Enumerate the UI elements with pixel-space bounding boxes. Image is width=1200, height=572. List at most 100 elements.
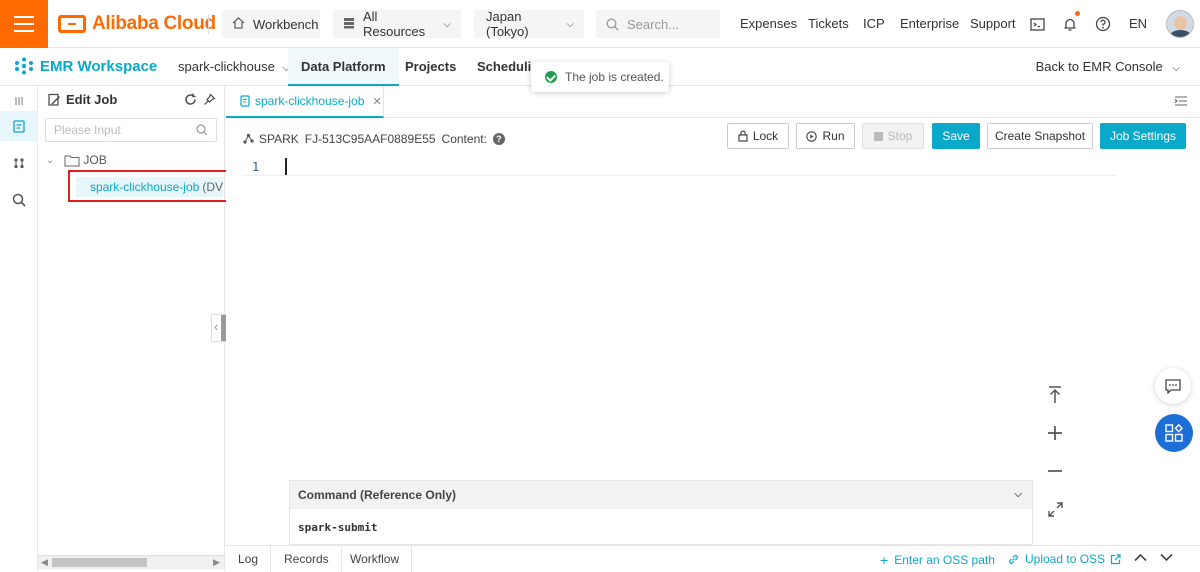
- collapse-right-icon[interactable]: [1174, 95, 1188, 107]
- tree-horizontal-scrollbar[interactable]: ◀ ▶: [38, 555, 224, 569]
- tab-spark-clickhouse-job[interactable]: spark-clickhouse-job ✕: [226, 86, 384, 118]
- apps-icon: [1165, 424, 1183, 442]
- chevron-down-icon: ⌵: [1172, 63, 1180, 74]
- user-avatar[interactable]: [1166, 10, 1194, 38]
- tab-data-platform[interactable]: Data Platform: [288, 48, 399, 86]
- back-to-console-dropdown[interactable]: Back to EMR Console ⌵: [1036, 59, 1180, 74]
- scroll-to-top-icon[interactable]: [1044, 384, 1066, 406]
- expenses-link[interactable]: Expenses: [740, 16, 797, 31]
- chevron-down-icon[interactable]: ⌄: [46, 155, 54, 166]
- content-label: Content:: [442, 132, 487, 146]
- editor-tab-strip: spark-clickhouse-job ✕: [226, 86, 1200, 118]
- file-icon: [240, 95, 250, 107]
- region-label: Japan (Tokyo): [486, 9, 558, 39]
- external-link-icon: [1110, 554, 1121, 565]
- alibaba-cloud-logo[interactable]: Alibaba Cloud: [58, 12, 216, 36]
- folder-label: JOB: [83, 153, 106, 167]
- tickets-link[interactable]: Tickets: [808, 16, 849, 31]
- workflow-nav-icon[interactable]: [0, 148, 38, 178]
- language-switch[interactable]: EN: [1129, 16, 1147, 31]
- icp-link[interactable]: ICP: [863, 16, 885, 31]
- expand-icon[interactable]: [1044, 498, 1066, 520]
- tree-item-spark-clickhouse-job[interactable]: spark-clickhouse-job (DV: [76, 177, 223, 197]
- job-search-input[interactable]: [45, 118, 217, 142]
- apps-floating-button[interactable]: [1155, 414, 1193, 452]
- save-button[interactable]: Save: [932, 123, 980, 149]
- run-button[interactable]: Run: [796, 123, 855, 149]
- edit-icon: [48, 93, 61, 106]
- alibaba-cloud-logo-icon: [58, 15, 86, 33]
- help-icon[interactable]: ?: [493, 133, 505, 145]
- edit-job-nav-icon[interactable]: [0, 111, 38, 141]
- help-icon[interactable]: [1092, 13, 1114, 35]
- job-name-suffix: (DV: [202, 180, 223, 194]
- check-circle-icon: [545, 71, 557, 83]
- tab-log[interactable]: Log: [226, 546, 271, 572]
- resources-label: All Resources: [363, 9, 435, 39]
- upload-to-oss-link[interactable]: Upload to OSS: [1008, 552, 1121, 566]
- hamburger-menu-button[interactable]: [0, 0, 48, 48]
- back-to-console-label: Back to EMR Console: [1036, 59, 1163, 74]
- play-icon: [806, 131, 817, 142]
- emr-workspace-logo[interactable]: EMR Workspace: [14, 57, 157, 75]
- link-icon: [1008, 554, 1019, 565]
- workbench-button[interactable]: Workbench: [222, 10, 320, 38]
- create-snapshot-button[interactable]: Create Snapshot: [987, 123, 1093, 149]
- run-label: Run: [822, 129, 844, 143]
- bell-icon[interactable]: [1059, 13, 1081, 35]
- upload-to-oss-label: Upload to OSS: [1025, 552, 1105, 566]
- refresh-icon[interactable]: [184, 93, 197, 106]
- pin-icon[interactable]: [203, 93, 216, 106]
- feedback-chat-button[interactable]: [1155, 368, 1191, 404]
- scroll-right-icon[interactable]: ▶: [213, 557, 220, 568]
- lock-icon: [738, 130, 748, 142]
- stop-icon: [874, 132, 883, 141]
- tab-workflow[interactable]: Workflow: [338, 546, 412, 572]
- product-title: EMR Workspace: [40, 58, 157, 75]
- close-icon[interactable]: ✕: [372, 95, 381, 108]
- enterprise-link[interactable]: Enterprise: [900, 16, 959, 31]
- zoom-out-icon[interactable]: [1044, 460, 1066, 482]
- global-search-input[interactable]: Search...: [596, 10, 720, 38]
- search-placeholder: Search...: [627, 17, 679, 32]
- plus-icon: +: [880, 552, 888, 568]
- chevron-down-icon: ⌵: [566, 19, 574, 30]
- search-icon[interactable]: [196, 124, 208, 136]
- search-nav-icon[interactable]: [0, 185, 38, 215]
- workbench-label: Workbench: [253, 17, 319, 32]
- scroll-left-icon[interactable]: ◀: [41, 557, 48, 568]
- folder-icon: [64, 154, 80, 167]
- chat-icon: [1165, 379, 1181, 394]
- stop-button[interactable]: Stop: [862, 123, 924, 149]
- job-folder[interactable]: ⌄ JOB: [46, 153, 107, 167]
- job-settings-button[interactable]: Job Settings: [1100, 123, 1186, 149]
- chevron-up-icon[interactable]: [1134, 551, 1147, 565]
- cluster-name: spark-clickhouse: [178, 59, 275, 74]
- panel-title: Edit Job: [66, 92, 117, 107]
- chevron-down-icon[interactable]: ⌵: [1014, 489, 1022, 500]
- region-dropdown[interactable]: Japan (Tokyo) ⌵: [474, 10, 584, 38]
- job-id: FJ-513C95AAF0889E55: [305, 132, 436, 146]
- enter-oss-path-link[interactable]: + Enter an OSS path: [880, 552, 995, 568]
- zoom-in-icon[interactable]: [1044, 422, 1066, 444]
- cloud-shell-icon[interactable]: [1026, 13, 1048, 35]
- stop-label: Stop: [888, 129, 913, 143]
- search-icon: [606, 18, 619, 31]
- lock-button[interactable]: Lock: [727, 123, 789, 149]
- chevron-down-icon[interactable]: [1160, 551, 1173, 565]
- command-reference-panel: Command (Reference Only) ⌵ spark-submit: [289, 480, 1033, 545]
- command-panel-header[interactable]: Command (Reference Only) ⌵: [290, 481, 1032, 509]
- lock-label: Lock: [753, 129, 778, 143]
- line-number: 1: [252, 160, 259, 174]
- support-link[interactable]: Support: [970, 16, 1016, 31]
- code-editor[interactable]: 1: [242, 158, 1116, 176]
- tab-records[interactable]: Records: [272, 546, 342, 572]
- tab-projects[interactable]: Projects: [392, 48, 469, 86]
- toast-message: The job is created.: [565, 70, 664, 84]
- resources-dropdown[interactable]: All Resources ⌵: [333, 10, 461, 38]
- scrollbar-thumb[interactable]: [52, 558, 147, 567]
- command-text: spark-submit: [298, 521, 377, 534]
- cluster-dropdown[interactable]: spark-clickhouse ⌵: [178, 59, 290, 74]
- job-tree-panel: Edit Job ⌄ JOB spark-clickhouse-job (DV: [38, 86, 225, 571]
- command-panel-title: Command (Reference Only): [298, 488, 456, 502]
